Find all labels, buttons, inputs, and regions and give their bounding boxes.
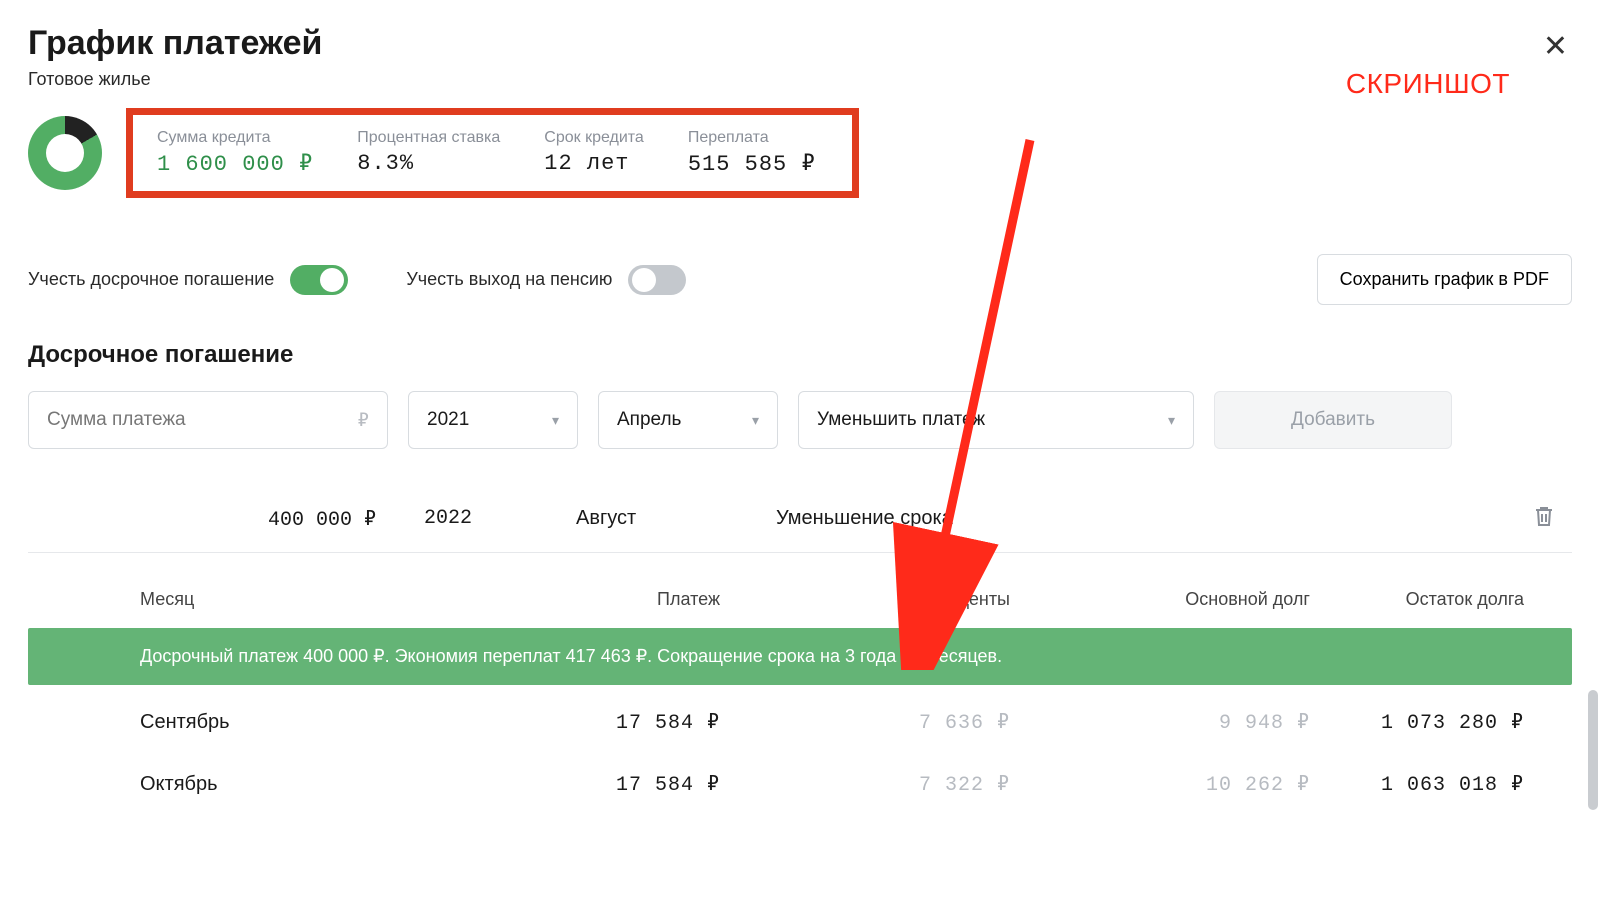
toggle-pension[interactable]: [628, 265, 686, 295]
cell-payment: 17 584 ₽: [470, 771, 750, 797]
toggle-early-repayment[interactable]: [290, 265, 348, 295]
cell-principal: 9 948 ₽: [1040, 709, 1340, 735]
add-prepayment-button[interactable]: Добавить: [1214, 391, 1452, 449]
toggle-pension-field: Учесть выход на пенсию: [406, 265, 686, 295]
page-title: График платежей: [28, 24, 322, 63]
select-value: Уменьшить платеж: [817, 409, 985, 431]
cell-payment: 17 584 ₽: [470, 709, 750, 735]
close-icon[interactable]: ✕: [1539, 28, 1572, 66]
metric-loan-amount: Сумма кредита 1 600 000 ₽: [157, 129, 313, 177]
th-principal: Основной долг: [1040, 589, 1340, 610]
table-header-row: Месяц Платеж Проценты Основной долг Оста…: [28, 589, 1572, 628]
donut-chart-icon: [28, 116, 102, 190]
metric-value: 515 585 ₽: [688, 151, 816, 177]
metric-value: 12 лет: [544, 151, 644, 176]
prepayment-savings-banner: Досрочный платеж 400 000 ₽. Экономия пер…: [28, 628, 1572, 685]
prepay-entry-month: Август: [576, 507, 776, 530]
metric-label: Переплата: [688, 129, 816, 147]
prepay-year-select[interactable]: 2021 ▾: [408, 391, 578, 449]
metric-term: Срок кредита 12 лет: [544, 129, 644, 177]
chevron-down-icon: ▾: [1168, 412, 1175, 429]
th-interest: Проценты: [750, 589, 1040, 610]
cell-balance: 1 073 280 ₽: [1340, 709, 1554, 735]
metric-label: Срок кредита: [544, 129, 644, 147]
prepayment-entry-row: 400 000 ₽ 2022 Август Уменьшение срока: [28, 505, 1572, 553]
cell-interest: 7 322 ₽: [750, 771, 1040, 797]
table-row: Октябрь 17 584 ₽ 7 322 ₽ 10 262 ₽ 1 063 …: [28, 753, 1572, 815]
th-balance: Остаток долга: [1340, 589, 1554, 610]
cell-interest: 7 636 ₽: [750, 709, 1040, 735]
cell-principal: 10 262 ₽: [1040, 771, 1340, 797]
cell-balance: 1 063 018 ₽: [1340, 771, 1554, 797]
prepay-amount-input[interactable]: Сумма платежа ₽: [28, 391, 388, 449]
metric-rate: Процентная ставка 8.3%: [357, 129, 500, 177]
table-row: Сентябрь 17 584 ₽ 7 636 ₽ 9 948 ₽ 1 073 …: [28, 691, 1572, 753]
metric-label: Сумма кредита: [157, 129, 313, 147]
prepay-entry-type: Уменьшение срока: [776, 507, 1534, 530]
toggle-early-repayment-field: Учесть досрочное погашение: [28, 265, 348, 295]
cell-month: Сентябрь: [140, 711, 470, 734]
th-month: Месяц: [140, 589, 470, 610]
loan-summary-box: Сумма кредита 1 600 000 ₽ Процентная ста…: [126, 108, 859, 198]
save-pdf-button[interactable]: Сохранить график в PDF: [1317, 254, 1572, 305]
toggle-label: Учесть выход на пенсию: [406, 269, 612, 290]
chevron-down-icon: ▾: [552, 412, 559, 429]
page-subtitle: Готовое жилье: [28, 69, 322, 90]
trash-icon[interactable]: [1534, 505, 1554, 532]
ruble-icon: ₽: [358, 409, 369, 432]
annotation-screenshot-label: СКРИНШОТ: [1346, 68, 1510, 100]
cell-month: Октябрь: [140, 773, 470, 796]
metric-label: Процентная ставка: [357, 129, 500, 147]
prepayment-section-title: Досрочное погашение: [28, 341, 1572, 369]
select-value: 2021: [427, 409, 469, 431]
select-value: Апрель: [617, 409, 681, 431]
chevron-down-icon: ▾: [752, 412, 759, 429]
prepay-month-select[interactable]: Апрель ▾: [598, 391, 778, 449]
schedule-table: Месяц Платеж Проценты Основной долг Оста…: [28, 589, 1572, 815]
prepay-type-select[interactable]: Уменьшить платеж ▾: [798, 391, 1194, 449]
toggle-label: Учесть досрочное погашение: [28, 269, 274, 290]
th-payment: Платеж: [470, 589, 750, 610]
scrollbar[interactable]: [1588, 690, 1598, 810]
input-placeholder: Сумма платежа: [47, 409, 186, 431]
prepay-entry-amount: 400 000 ₽: [46, 506, 406, 532]
prepay-entry-year: 2022: [406, 507, 576, 530]
metric-value: 8.3%: [357, 151, 500, 176]
metric-value: 1 600 000 ₽: [157, 151, 313, 177]
metric-overpay: Переплата 515 585 ₽: [688, 129, 816, 177]
